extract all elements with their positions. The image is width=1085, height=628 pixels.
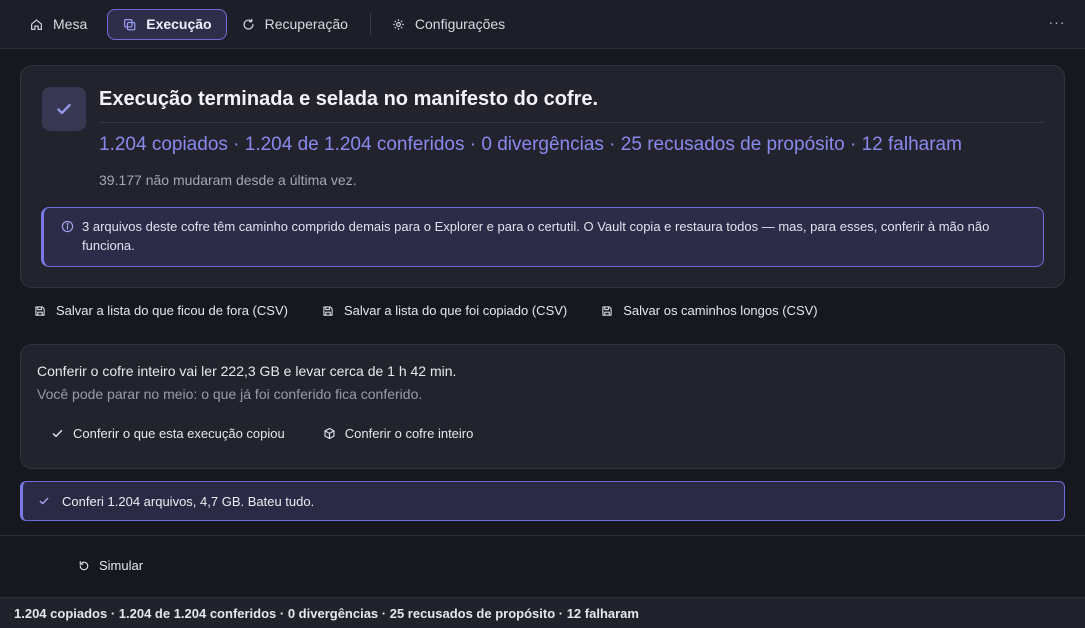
title-divider bbox=[99, 122, 1044, 123]
tab-mesa[interactable]: Mesa bbox=[21, 9, 101, 40]
tab-execucao[interactable]: Execução bbox=[107, 8, 227, 40]
tab-recuperacao[interactable]: Recuperação bbox=[233, 9, 362, 40]
long-path-info-banner: 3 arquivos deste cofre têm caminho compr… bbox=[41, 207, 1044, 267]
cube-icon bbox=[324, 427, 335, 440]
tab-configuracoes[interactable]: Configurações bbox=[383, 9, 519, 40]
save-icon bbox=[323, 305, 333, 316]
save-copied-label: Salvar a lista do que foi copiado (CSV) bbox=[343, 303, 568, 318]
tab-label: Recuperação bbox=[264, 16, 348, 32]
refresh-icon bbox=[243, 18, 254, 30]
save-copied-button[interactable]: Salvar a lista do que foi copiado (CSV) bbox=[322, 303, 567, 318]
check-icon bbox=[57, 103, 71, 115]
simulate-label: Simular bbox=[99, 558, 144, 573]
success-text: Conferi 1.204 arquivos, 4,7 GB. Bateu tu… bbox=[62, 493, 315, 509]
unchanged-note: 39.177 não mudaram desde a última vez. bbox=[99, 172, 357, 188]
info-icon bbox=[61, 220, 74, 233]
save-left-out-button[interactable]: Salvar a lista do que ficou de fora (CSV… bbox=[34, 303, 288, 318]
tab-label: Mesa bbox=[53, 16, 88, 32]
info-text: 3 arquivos deste cofre têm caminho compr… bbox=[82, 219, 990, 253]
home-icon bbox=[31, 18, 42, 30]
verify-all-button[interactable]: Conferir o cofre inteiro bbox=[323, 426, 474, 441]
verify-actions: Conferir o que esta execução copiou Conf… bbox=[51, 426, 511, 441]
save-long-paths-label: Salvar os caminhos longos (CSV) bbox=[623, 303, 818, 318]
simulate-button[interactable]: Simular bbox=[78, 558, 143, 573]
verify-card: Conferir o cofre inteiro vai ler 222,3 G… bbox=[20, 344, 1065, 469]
verify-hint-text: Você pode parar no meio: o que já foi co… bbox=[37, 386, 423, 402]
top-nav-bar: Mesa Execução Recuperação Configurações … bbox=[0, 0, 1085, 49]
tab-separator bbox=[369, 13, 371, 35]
save-icon bbox=[35, 305, 45, 316]
verify-all-label: Conferir o cofre inteiro bbox=[344, 426, 474, 441]
more-options-icon[interactable]: ··· bbox=[1047, 14, 1067, 34]
result-summary: 1.204 copiados · 1.204 de 1.204 conferid… bbox=[99, 134, 962, 155]
gear-icon bbox=[393, 18, 404, 30]
footer-divider bbox=[0, 535, 1085, 536]
verify-run-button[interactable]: Conferir o que esta execução copiou bbox=[51, 426, 285, 441]
check-icon bbox=[52, 429, 63, 438]
verify-run-label: Conferir o que esta execução copiou bbox=[73, 426, 285, 441]
undo-icon bbox=[79, 560, 89, 570]
success-check-badge bbox=[42, 87, 86, 131]
run-result-card: Execução terminada e selada no manifesto… bbox=[20, 65, 1065, 288]
status-bar: 1.204 copiados · 1.204 de 1.204 conferid… bbox=[0, 597, 1085, 628]
save-icon bbox=[602, 305, 612, 316]
save-left-out-label: Salvar a lista do que ficou de fora (CSV… bbox=[56, 303, 288, 318]
result-title: Execução terminada e selada no manifesto… bbox=[99, 88, 599, 110]
check-icon bbox=[39, 497, 49, 505]
tab-label: Execução bbox=[146, 16, 212, 32]
verify-estimate-text: Conferir o cofre inteiro vai ler 222,3 G… bbox=[37, 363, 457, 379]
tab-label: Configurações bbox=[414, 16, 506, 32]
status-bar-text: 1.204 copiados · 1.204 de 1.204 conferid… bbox=[14, 605, 639, 621]
save-actions-row: Salvar a lista do que ficou de fora (CSV… bbox=[34, 303, 852, 318]
verify-success-banner: Conferi 1.204 arquivos, 4,7 GB. Bateu tu… bbox=[20, 481, 1065, 521]
save-long-paths-button[interactable]: Salvar os caminhos longos (CSV) bbox=[601, 303, 818, 318]
copy-icon bbox=[124, 18, 136, 30]
